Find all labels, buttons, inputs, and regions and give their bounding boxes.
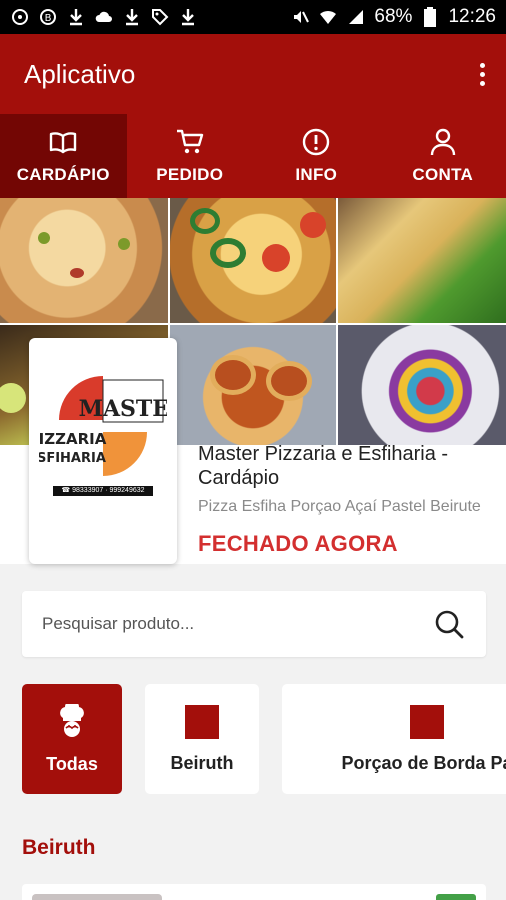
product-image <box>32 894 162 900</box>
search-icon[interactable] <box>432 607 466 641</box>
app-title: Aplicativo <box>24 58 136 89</box>
status-bar: B 68% 12:26 <box>0 0 506 34</box>
download-icon <box>66 7 86 27</box>
store-logo-image: MASTER PIZZARIA ESFIHARIA <box>39 376 167 476</box>
logo-text-pizzaria: PIZZARIA <box>39 430 107 448</box>
tab-info[interactable]: INFO <box>253 114 380 198</box>
clock: 12:26 <box>448 6 496 27</box>
bitcoin-icon: B <box>38 7 58 27</box>
status-bar-system: 68% 12:26 <box>290 6 496 28</box>
overflow-menu-icon[interactable] <box>472 59 492 89</box>
tab-label: PEDIDO <box>156 165 224 184</box>
logo-phone: ☎ 98333907 · 999249632 <box>53 486 153 496</box>
category-list: Todas Beiruth Porçao de Borda Pa <box>22 684 506 794</box>
info-icon <box>303 128 330 156</box>
tab-label: INFO <box>295 165 338 184</box>
store-status: FECHADO AGORA <box>198 531 398 556</box>
banner-photo-fried-food <box>338 198 506 323</box>
search-bar <box>22 591 486 657</box>
status-bar-notifications: B <box>10 7 198 27</box>
tab-cardapio[interactable]: CARDÁPIO <box>0 114 127 198</box>
main-tabs: CARDÁPIO PEDIDO INFO CONTA <box>0 114 506 198</box>
product-add-badge[interactable] <box>436 894 476 900</box>
store-description: Pizza Esfiha Porçao Açaí Pastel Beirute <box>198 498 481 515</box>
tag-icon <box>150 7 170 27</box>
tab-label: CONTA <box>412 165 474 184</box>
category-label: Todas <box>46 753 98 774</box>
svg-text:B: B <box>45 13 52 24</box>
signal-icon <box>346 7 366 27</box>
store-logo: MASTER PIZZARIA ESFIHARIA ☎ 98333907 · 9… <box>29 338 177 564</box>
cart-icon <box>176 129 203 154</box>
search-input[interactable] <box>42 614 432 634</box>
category-label: Porçao de Borda Pa <box>341 752 506 773</box>
category-label: Beiruth <box>170 752 234 773</box>
download-icon <box>178 7 198 27</box>
user-icon <box>430 128 455 156</box>
cloud-icon <box>94 7 114 27</box>
tab-conta[interactable]: CONTA <box>380 114 506 198</box>
wifi-icon <box>318 7 338 27</box>
banner-photo-pizza-pepper <box>170 198 336 323</box>
banner-photo-acai <box>338 325 506 445</box>
section-title: Beiruth <box>22 836 96 859</box>
mute-icon <box>290 7 310 27</box>
download-icon <box>122 7 142 27</box>
category-image-placeholder <box>410 704 444 739</box>
logo-text-master: MASTER <box>79 396 167 422</box>
category-beiruth[interactable]: Beiruth <box>145 684 259 794</box>
tab-pedido[interactable]: PEDIDO <box>127 114 254 198</box>
logo-text-esfiharia: ESFIHARIA <box>39 451 106 466</box>
store-name: Master Pizzaria e Esfiharia - Cardápio <box>198 443 449 489</box>
category-porcao-de-borda[interactable]: Porçao de Borda Pa <box>282 684 506 794</box>
chef-icon <box>60 703 84 737</box>
banner-photo-pizza <box>0 198 168 323</box>
category-todas[interactable]: Todas <box>22 684 122 794</box>
app-bar: Aplicativo <box>0 34 506 114</box>
notification-icon <box>10 7 30 27</box>
banner-photo-esfihas <box>170 325 336 445</box>
battery-icon <box>420 7 440 27</box>
product-card[interactable] <box>22 884 486 900</box>
battery-percent: 68% <box>374 6 413 27</box>
category-image-placeholder <box>185 704 219 739</box>
store-info: Master Pizzaria e Esfiharia - Cardápio P… <box>198 442 498 557</box>
tab-label: CARDÁPIO <box>16 165 110 184</box>
book-open-icon <box>50 132 77 154</box>
